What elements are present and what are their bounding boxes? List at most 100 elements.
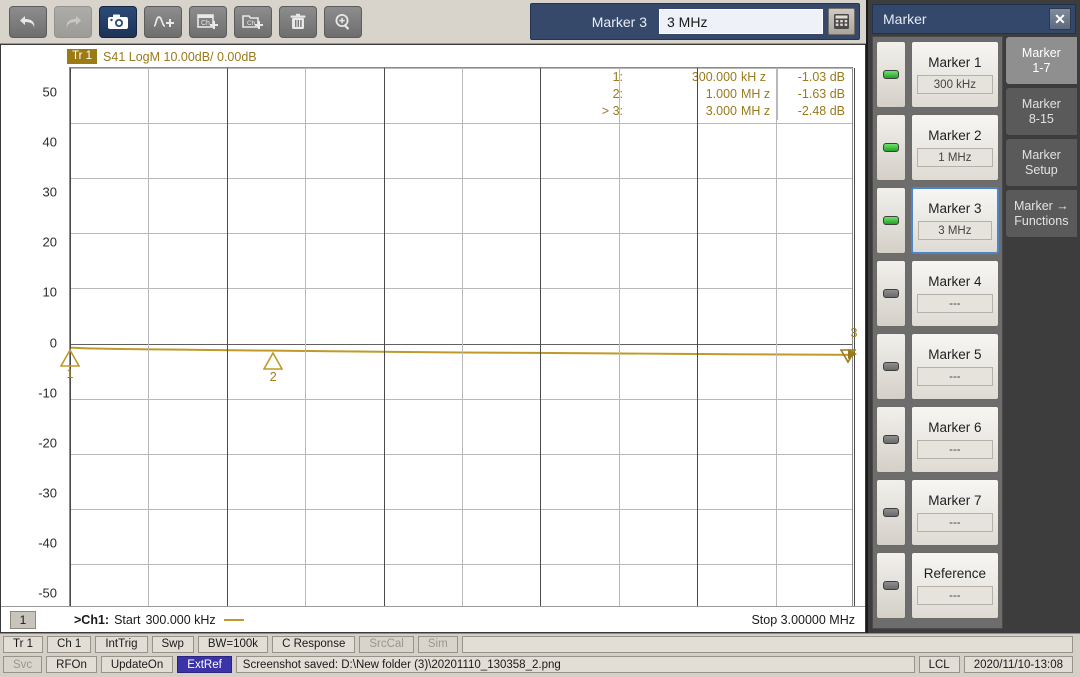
redo-button[interactable] <box>54 6 92 38</box>
svg-text:Ch: Ch <box>247 20 256 27</box>
marker-row-8: Reference--- <box>876 552 999 619</box>
marker-button-label: Marker 5 <box>928 347 981 362</box>
undo-button[interactable] <box>9 6 47 38</box>
marker-button-label: Marker 7 <box>928 493 981 508</box>
marker-button-value: 300 kHz <box>917 75 993 94</box>
marker-panel: Marker ✕ Marker 1300 kHzMarker 21 MHzMar… <box>866 0 1080 633</box>
marker-active-glyph <box>840 348 858 364</box>
zoom-button[interactable] <box>324 6 362 38</box>
chart-area: Tr 1 S41 LogM 10.00dB/ 0.00dB 5040302010… <box>0 44 866 633</box>
marker-glyph <box>60 349 80 367</box>
undo-icon <box>17 12 39 32</box>
marker-button-8[interactable]: Reference--- <box>911 552 999 619</box>
marker-panel-title-bar: Marker ✕ <box>872 4 1076 34</box>
y-axis-tick-label: 0 <box>50 335 57 350</box>
marker-button-6[interactable]: Marker 6--- <box>911 406 999 473</box>
marker-readout-table: 1:300.000kH z-1.03 dB2:1.000MH z-1.63 dB… <box>595 69 851 120</box>
readout-index: > 3: <box>595 103 629 120</box>
marker-toggle-4[interactable] <box>876 260 906 327</box>
grid-line-horizontal <box>70 68 852 69</box>
marker-button-label: Marker 4 <box>928 274 981 289</box>
tab-label-line1: Marker <box>1022 97 1061 112</box>
grid-line-vertical <box>697 68 698 617</box>
status-item-updateon[interactable]: UpdateOn <box>101 656 173 673</box>
readout-unit: MH z <box>741 103 777 120</box>
status-item-rfon[interactable]: RFOn <box>46 656 97 673</box>
stop-value: 3.00000 MHz <box>781 613 855 627</box>
add-channel-window-button[interactable]: Ch <box>189 6 227 38</box>
keypad-button[interactable] <box>828 8 855 35</box>
status-item-tr-1[interactable]: Tr 1 <box>3 636 43 653</box>
marker-toggle-8[interactable] <box>876 552 906 619</box>
marker-readout-row: 1:300.000kH z-1.03 dB <box>595 69 851 86</box>
marker-row-3: Marker 33 MHz <box>876 187 999 254</box>
plot-grid[interactable]: 1:300.000kH z-1.03 dB2:1.000MH z-1.63 dB… <box>69 67 853 618</box>
grid-line-horizontal <box>70 564 852 565</box>
status-item-bw-100k[interactable]: BW=100k <box>198 636 268 653</box>
status-item-lcl[interactable]: LCL <box>919 656 960 673</box>
readout-index: 1: <box>595 69 629 86</box>
readout-unit: kH z <box>741 69 777 86</box>
tab-marker-1-7[interactable]: Marker1-7 <box>1005 36 1078 85</box>
status-item-inttrig[interactable]: IntTrig <box>95 636 147 653</box>
marker-number-label: 1 <box>67 367 74 381</box>
sweep-start-info[interactable]: >Ch1: Start 300.000 kHz <box>74 613 244 627</box>
tab-marker-8-15[interactable]: Marker8-15 <box>1005 87 1078 136</box>
marker-button-2[interactable]: Marker 21 MHz <box>911 114 999 181</box>
magnifier-plus-icon <box>333 12 353 32</box>
status-item-extref[interactable]: ExtRef <box>177 656 232 673</box>
marker-toggle-2[interactable] <box>876 114 906 181</box>
screenshot-button[interactable] <box>99 6 137 38</box>
tab-label-line2: 1-7 <box>1022 61 1061 76</box>
status-item-ch-1[interactable]: Ch 1 <box>47 636 91 653</box>
marker-frequency-input[interactable]: 3 MHz <box>659 9 823 34</box>
add-channel-button[interactable]: Ch <box>234 6 272 38</box>
marker-button-3[interactable]: Marker 33 MHz <box>911 187 999 254</box>
sweep-stop-info[interactable]: Stop 3.00000 MHz <box>751 613 855 627</box>
marker-button-5[interactable]: Marker 5 --- <box>911 333 999 400</box>
close-icon[interactable]: ✕ <box>1049 8 1071 30</box>
trace-badge[interactable]: Tr 1 <box>67 49 97 64</box>
marker-number-label: 2 <box>270 370 277 384</box>
marker-button-label: Marker 1 <box>928 55 981 70</box>
marker-button-value: --- <box>917 367 993 386</box>
status-item-c-response[interactable]: C Response <box>272 636 355 653</box>
marker-button-7[interactable]: Marker 7--- <box>911 479 999 546</box>
marker-toggle-6[interactable] <box>876 406 906 473</box>
readout-index: 2: <box>595 86 629 103</box>
marker-button-1[interactable]: Marker 1 300 kHz <box>911 41 999 108</box>
delete-button[interactable] <box>279 6 317 38</box>
status-item-swp[interactable]: Swp <box>152 636 194 653</box>
tab-marker--functions[interactable]: Marker →Functions <box>1005 189 1078 238</box>
marker-entry-bar: Marker 3 3 MHz <box>530 3 860 40</box>
marker-button-value: 1 MHz <box>917 148 993 167</box>
tab-marker-setup[interactable]: MarkerSetup <box>1005 138 1078 187</box>
led-indicator-icon <box>883 581 899 590</box>
camera-icon <box>106 12 130 32</box>
status-datetime[interactable]: 2020/11/10-13:08 <box>964 656 1073 673</box>
marker-toggle-3[interactable] <box>876 187 906 254</box>
marker-toggle-5[interactable] <box>876 333 906 400</box>
marker-toggle-7[interactable] <box>876 479 906 546</box>
marker-toggle-1[interactable] <box>876 41 906 108</box>
status-message: Screenshot saved: D:\New folder (3)\2020… <box>236 656 915 673</box>
status-item-sim: Sim <box>418 636 458 653</box>
grid-line-vertical <box>619 68 620 617</box>
grid-line-vertical <box>462 68 463 617</box>
tab-label-line1: Marker <box>1022 46 1061 61</box>
marker-glyph <box>263 352 283 370</box>
marker-number-label: 3 <box>851 326 858 340</box>
channel-number-badge[interactable]: 1 <box>10 611 36 629</box>
add-trace-button[interactable] <box>144 6 182 38</box>
marker-button-label: Marker 3 <box>928 201 981 216</box>
readout-frequency: 3.000 <box>629 103 741 120</box>
status-item-srccal: SrcCal <box>359 636 414 653</box>
grid-line-vertical <box>227 68 228 617</box>
keypad-icon <box>833 13 850 30</box>
y-axis-tick-label: 30 <box>43 185 57 200</box>
marker-panel-body: Marker 1 300 kHz Marker 21 MHzMarker 33 MH… <box>872 36 1078 629</box>
readout-value: -1.63 dB <box>777 86 851 103</box>
marker-panel-title: Marker <box>883 11 927 27</box>
grid-line-horizontal <box>70 399 852 400</box>
marker-button-4[interactable]: Marker 4--- <box>911 260 999 327</box>
